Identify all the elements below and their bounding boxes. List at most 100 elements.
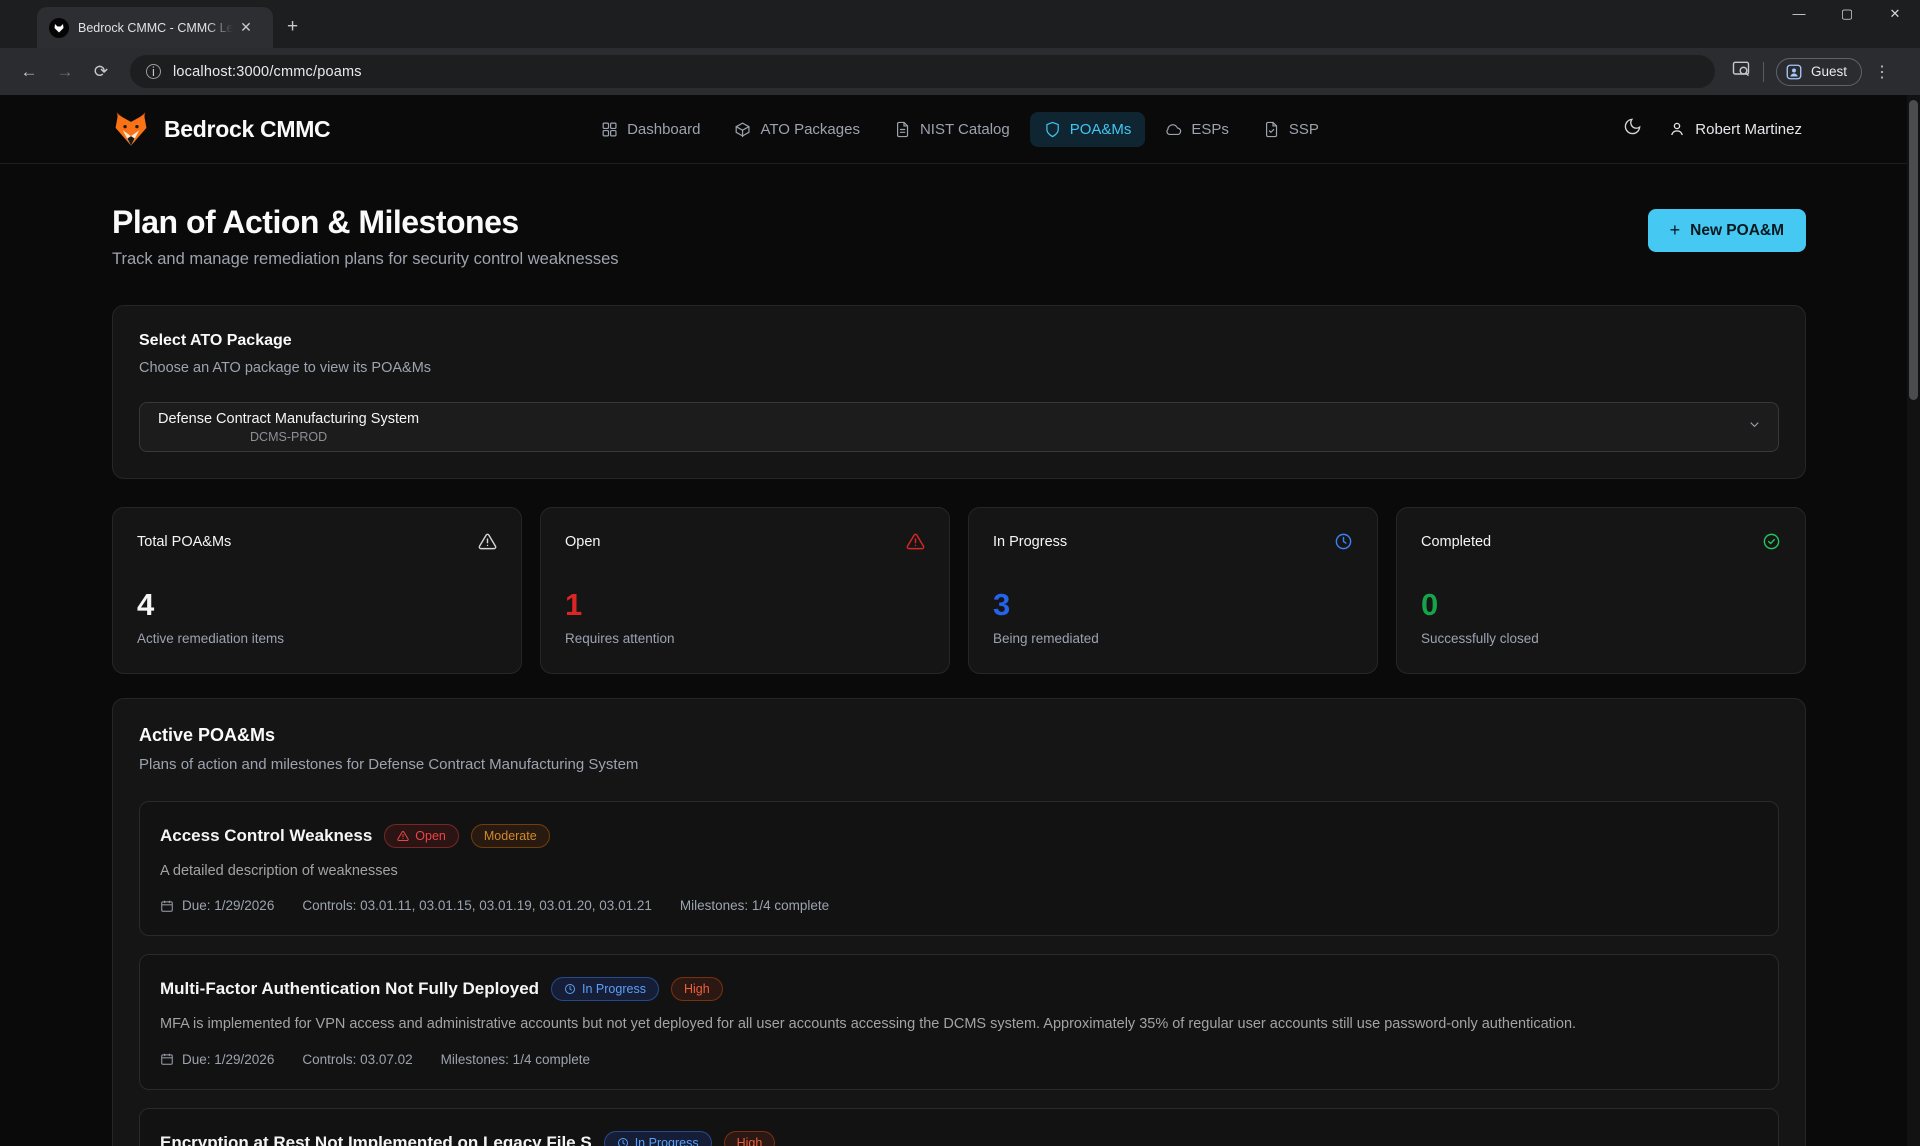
stat-label: Open xyxy=(565,534,600,550)
profile-avatar-icon xyxy=(1785,63,1803,81)
stat-caption: Successfully closed xyxy=(1421,631,1781,646)
main-nav: Dashboard ATO Packages NIST Catalog POA&… xyxy=(587,112,1333,147)
poam-item[interactable]: Access Control Weakness Open Moderate A … xyxy=(139,801,1779,936)
site-info-icon[interactable]: i xyxy=(146,64,161,79)
shield-icon xyxy=(1044,121,1061,138)
brand[interactable]: Bedrock CMMC xyxy=(112,110,330,148)
nav-ato-packages[interactable]: ATO Packages xyxy=(720,112,874,147)
status-label: In Progress xyxy=(635,1136,699,1146)
alert-triangle-icon xyxy=(906,532,925,551)
severity-badge: High xyxy=(671,977,723,1001)
stat-caption: Active remediation items xyxy=(137,631,497,646)
window-minimize-icon[interactable]: — xyxy=(1792,6,1806,22)
severity-label: High xyxy=(737,1136,763,1146)
fox-logo-icon xyxy=(112,110,150,148)
stat-label: Completed xyxy=(1421,534,1491,550)
ato-package-select[interactable]: Defense Contract Manufacturing System DC… xyxy=(139,402,1779,452)
browser-tab[interactable]: Bedrock CMMC - CMMC Level ✕ xyxy=(37,7,273,48)
scrollbar-thumb[interactable] xyxy=(1909,100,1918,400)
app-header: Bedrock CMMC Dashboard ATO Packages NIST… xyxy=(0,95,1920,164)
new-poam-label: New POA&M xyxy=(1690,222,1784,240)
page-subtitle: Track and manage remediation plans for s… xyxy=(112,250,619,269)
stat-label: In Progress xyxy=(993,534,1067,550)
controls: Controls: 03.01.11, 03.01.15, 03.01.19, … xyxy=(302,898,652,913)
poam-description: MFA is implemented for VPN access and ad… xyxy=(160,1013,1720,1035)
nav-nist-catalog[interactable]: NIST Catalog xyxy=(880,112,1024,147)
poam-title: Access Control Weakness xyxy=(160,826,372,846)
poam-item[interactable]: Encryption at Rest Not Implemented on Le… xyxy=(139,1108,1779,1146)
nav-ssp[interactable]: SSP xyxy=(1249,112,1333,147)
severity-label: High xyxy=(684,982,710,996)
file-check-icon xyxy=(1263,121,1280,138)
stat-card-total: Total POA&Ms 4 Active remediation items xyxy=(112,507,522,674)
stats-row: Total POA&Ms 4 Active remediation items … xyxy=(112,507,1806,674)
status-badge: Open xyxy=(384,824,459,848)
tab-search-icon[interactable] xyxy=(1731,59,1751,84)
package-icon xyxy=(734,121,751,138)
stat-card-open: Open 1 Requires attention xyxy=(540,507,950,674)
page-title: Plan of Action & Milestones xyxy=(112,204,619,241)
back-button[interactable]: ← xyxy=(14,57,44,87)
nav-dashboard[interactable]: Dashboard xyxy=(587,112,714,147)
package-card-title: Select ATO Package xyxy=(139,332,1779,350)
nav-label: ESPs xyxy=(1191,121,1229,138)
stat-card-in-progress: In Progress 3 Being remediated xyxy=(968,507,1378,674)
browser-menu-icon[interactable]: ⋮ xyxy=(1874,62,1890,82)
browser-toolbar: ← → ⟳ i localhost:3000/cmmc/poams Guest … xyxy=(0,48,1920,95)
poam-list-title: Active POA&Ms xyxy=(139,725,1779,746)
forward-button[interactable]: → xyxy=(50,57,80,87)
milestones: Milestones: 1/4 complete xyxy=(441,1052,590,1067)
ato-package-card: Select ATO Package Choose an ATO package… xyxy=(112,305,1806,479)
tab-title: Bedrock CMMC - CMMC Level xyxy=(78,21,233,35)
poam-item[interactable]: Multi-Factor Authentication Not Fully De… xyxy=(139,954,1779,1089)
selected-package-code: DCMS-PROD xyxy=(158,430,419,444)
user-name: Robert Martinez xyxy=(1695,121,1802,138)
user-icon xyxy=(1668,120,1686,138)
nav-poams[interactable]: POA&Ms xyxy=(1030,112,1146,147)
stat-value: 4 xyxy=(137,587,497,623)
stat-value: 1 xyxy=(565,587,925,623)
reload-button[interactable]: ⟳ xyxy=(86,57,116,87)
severity-label: Moderate xyxy=(484,829,537,843)
stat-caption: Being remediated xyxy=(993,631,1353,646)
poam-title: Encryption at Rest Not Implemented on Le… xyxy=(160,1133,592,1146)
clock-icon xyxy=(1334,532,1353,551)
cloud-icon xyxy=(1165,121,1182,138)
profile-button[interactable]: Guest xyxy=(1776,58,1862,86)
address-bar[interactable]: i localhost:3000/cmmc/poams xyxy=(130,55,1715,88)
severity-badge: High xyxy=(724,1131,776,1146)
status-label: In Progress xyxy=(582,982,646,996)
clock-icon xyxy=(564,983,576,995)
toolbar-divider xyxy=(1763,62,1764,82)
window-close-icon[interactable]: ✕ xyxy=(1888,6,1902,22)
window-maximize-icon[interactable]: ▢ xyxy=(1840,6,1854,22)
profile-label: Guest xyxy=(1811,64,1847,79)
nav-label: NIST Catalog xyxy=(920,121,1010,138)
severity-badge: Moderate xyxy=(471,824,550,848)
clock-icon xyxy=(617,1137,629,1146)
browser-tab-strip: Bedrock CMMC - CMMC Level ✕ + — ▢ ✕ xyxy=(0,0,1920,48)
nav-esps[interactable]: ESPs xyxy=(1151,112,1243,147)
nav-label: SSP xyxy=(1289,121,1319,138)
alert-triangle-icon xyxy=(397,830,409,842)
nav-label: Dashboard xyxy=(627,121,700,138)
url-text[interactable]: localhost:3000/cmmc/poams xyxy=(173,64,362,80)
calendar-icon xyxy=(160,899,174,913)
new-poam-button[interactable]: + New POA&M xyxy=(1648,209,1806,252)
tab-close-icon[interactable]: ✕ xyxy=(237,19,255,37)
chevron-down-icon xyxy=(1747,417,1762,437)
controls: Controls: 03.07.02 xyxy=(302,1052,412,1067)
theme-toggle-button[interactable] xyxy=(1623,117,1642,141)
main-content: Plan of Action & Milestones Track and ma… xyxy=(0,164,1920,1146)
stat-caption: Requires attention xyxy=(565,631,925,646)
user-menu[interactable]: Robert Martinez xyxy=(1668,120,1802,138)
plus-icon: + xyxy=(1670,220,1681,241)
calendar-icon xyxy=(160,1052,174,1066)
file-text-icon xyxy=(894,121,911,138)
nav-label: ATO Packages xyxy=(760,121,860,138)
new-tab-button[interactable]: + xyxy=(287,16,298,38)
milestones: Milestones: 1/4 complete xyxy=(680,898,829,913)
stat-label: Total POA&Ms xyxy=(137,534,231,550)
stat-value: 0 xyxy=(1421,587,1781,623)
status-label: Open xyxy=(415,829,446,843)
